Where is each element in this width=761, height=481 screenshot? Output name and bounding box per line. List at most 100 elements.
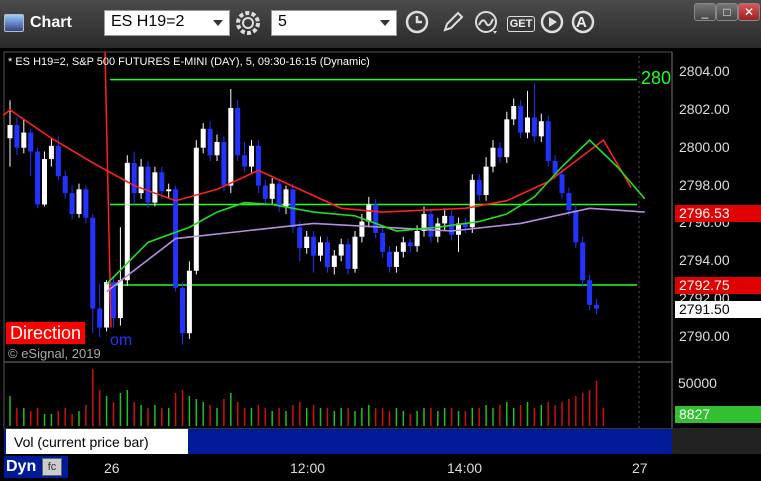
price-axis-label: 2790.00 <box>679 328 730 344</box>
font-size-icon[interactable]: A <box>568 9 598 39</box>
volume-current-box: 8827 <box>675 406 761 423</box>
time-label-27: 27 <box>632 460 648 476</box>
candle-body <box>7 125 13 139</box>
symbol-combo[interactable]: ES H19=2 <box>104 10 230 36</box>
font-size-label: A <box>576 14 587 31</box>
candle-body <box>62 176 68 194</box>
candle-body <box>594 304 599 309</box>
candle-body <box>573 210 579 243</box>
get-label: GET <box>506 16 536 32</box>
candle-body <box>90 217 96 309</box>
candle-body <box>497 147 503 158</box>
candle-body <box>580 242 586 281</box>
direction-label: Direction <box>6 322 86 344</box>
candle-body <box>545 121 551 161</box>
candle-body <box>28 132 34 152</box>
candle-body <box>228 107 234 186</box>
candle-body <box>159 172 165 192</box>
volume-axis-label: 50000 <box>678 375 717 391</box>
candle-body <box>538 121 544 137</box>
candle-body <box>469 179 475 228</box>
candle-body <box>359 221 365 237</box>
candle-body <box>504 119 510 158</box>
candle-body <box>35 151 41 205</box>
time-axis: 26 12:00 14:00 27 <box>0 454 761 481</box>
candle-body <box>387 251 392 267</box>
candle-body <box>207 128 213 156</box>
price-axis-label: 2798.00 <box>679 176 730 193</box>
play-icon[interactable] <box>537 9 567 39</box>
candle-body <box>152 172 158 203</box>
settings-gear-icon[interactable] <box>233 9 263 39</box>
time-label-1200: 12:00 <box>290 460 326 476</box>
study-icon[interactable] <box>472 9 502 39</box>
candle-body <box>221 142 227 186</box>
candle-body <box>249 145 254 167</box>
candle-body <box>476 179 482 196</box>
candle-body <box>490 147 496 167</box>
candle-body <box>193 147 199 271</box>
candle-body <box>352 236 358 269</box>
minimize-button[interactable]: _ <box>694 3 716 21</box>
candle-body <box>414 231 420 247</box>
candle-body <box>117 280 123 319</box>
price-axis-label: 2794.00 <box>679 252 730 269</box>
candle-body <box>283 189 289 207</box>
candle-body <box>442 215 448 224</box>
candle-body <box>311 236 317 256</box>
candle-body <box>276 183 282 207</box>
overlap-text: om <box>110 332 133 349</box>
candle-body <box>531 117 537 137</box>
candle-body <box>366 204 372 222</box>
volume-scroll-area <box>672 428 761 454</box>
pencil-icon[interactable] <box>438 9 468 39</box>
watermark: © eSignal, 2019 <box>8 346 101 361</box>
interval-combo[interactable]: 5 <box>271 10 397 36</box>
candle-body <box>186 270 192 334</box>
candle-body <box>48 145 54 160</box>
chevron-down-icon <box>380 20 390 26</box>
lock-icon[interactable]: fc <box>42 458 62 476</box>
chevron-down-icon <box>213 20 223 26</box>
chart-toolbar: Chart ES H19=2 5 GET A _ □ ✕ <box>0 0 761 48</box>
candle-body <box>97 308 103 328</box>
candle-body <box>587 280 593 305</box>
candle-body <box>55 145 61 177</box>
candle-body <box>104 282 110 328</box>
price-chart[interactable] <box>0 48 761 454</box>
candle-body <box>393 251 399 267</box>
candle-body <box>318 242 323 256</box>
candle-body <box>559 174 565 194</box>
symbol-value: ES H19=2 <box>111 13 185 30</box>
get-icon[interactable]: GET <box>506 9 536 39</box>
candle-body <box>566 193 572 211</box>
clock-icon[interactable] <box>402 9 432 39</box>
price-box: 2792.75 <box>675 276 761 294</box>
candle-body <box>14 125 20 148</box>
chart-header: * ES H19=2, S&P 500 FUTURES E-MINI (DAY)… <box>8 56 370 68</box>
candle-body <box>269 183 275 199</box>
close-button[interactable]: ✕ <box>738 3 760 21</box>
level-line-label: 280 <box>641 68 671 88</box>
candle-body <box>345 244 351 269</box>
candle-body <box>76 189 82 214</box>
candle-body <box>145 166 151 203</box>
candle-body <box>83 189 89 218</box>
candle-body <box>21 132 27 148</box>
candle-body <box>483 166 489 196</box>
candle-body <box>42 159 47 205</box>
candle-body <box>69 193 75 214</box>
price-axis-label: 2800.00 <box>679 138 730 155</box>
candle-body <box>407 242 413 247</box>
price-box: 2796.53 <box>675 205 761 223</box>
time-label-26: 26 <box>104 460 120 476</box>
candle-body <box>235 107 241 156</box>
time-label-1400: 14:00 <box>447 460 483 476</box>
restore-button[interactable]: □ <box>716 3 738 21</box>
volume-study-label[interactable]: Vol (current price bar) <box>6 429 188 455</box>
window-title: Chart <box>30 14 72 31</box>
candle-body <box>331 255 337 267</box>
interval-value: 5 <box>278 13 287 30</box>
volume-close-icon[interactable]: x <box>172 431 179 445</box>
candle-body <box>324 242 330 267</box>
